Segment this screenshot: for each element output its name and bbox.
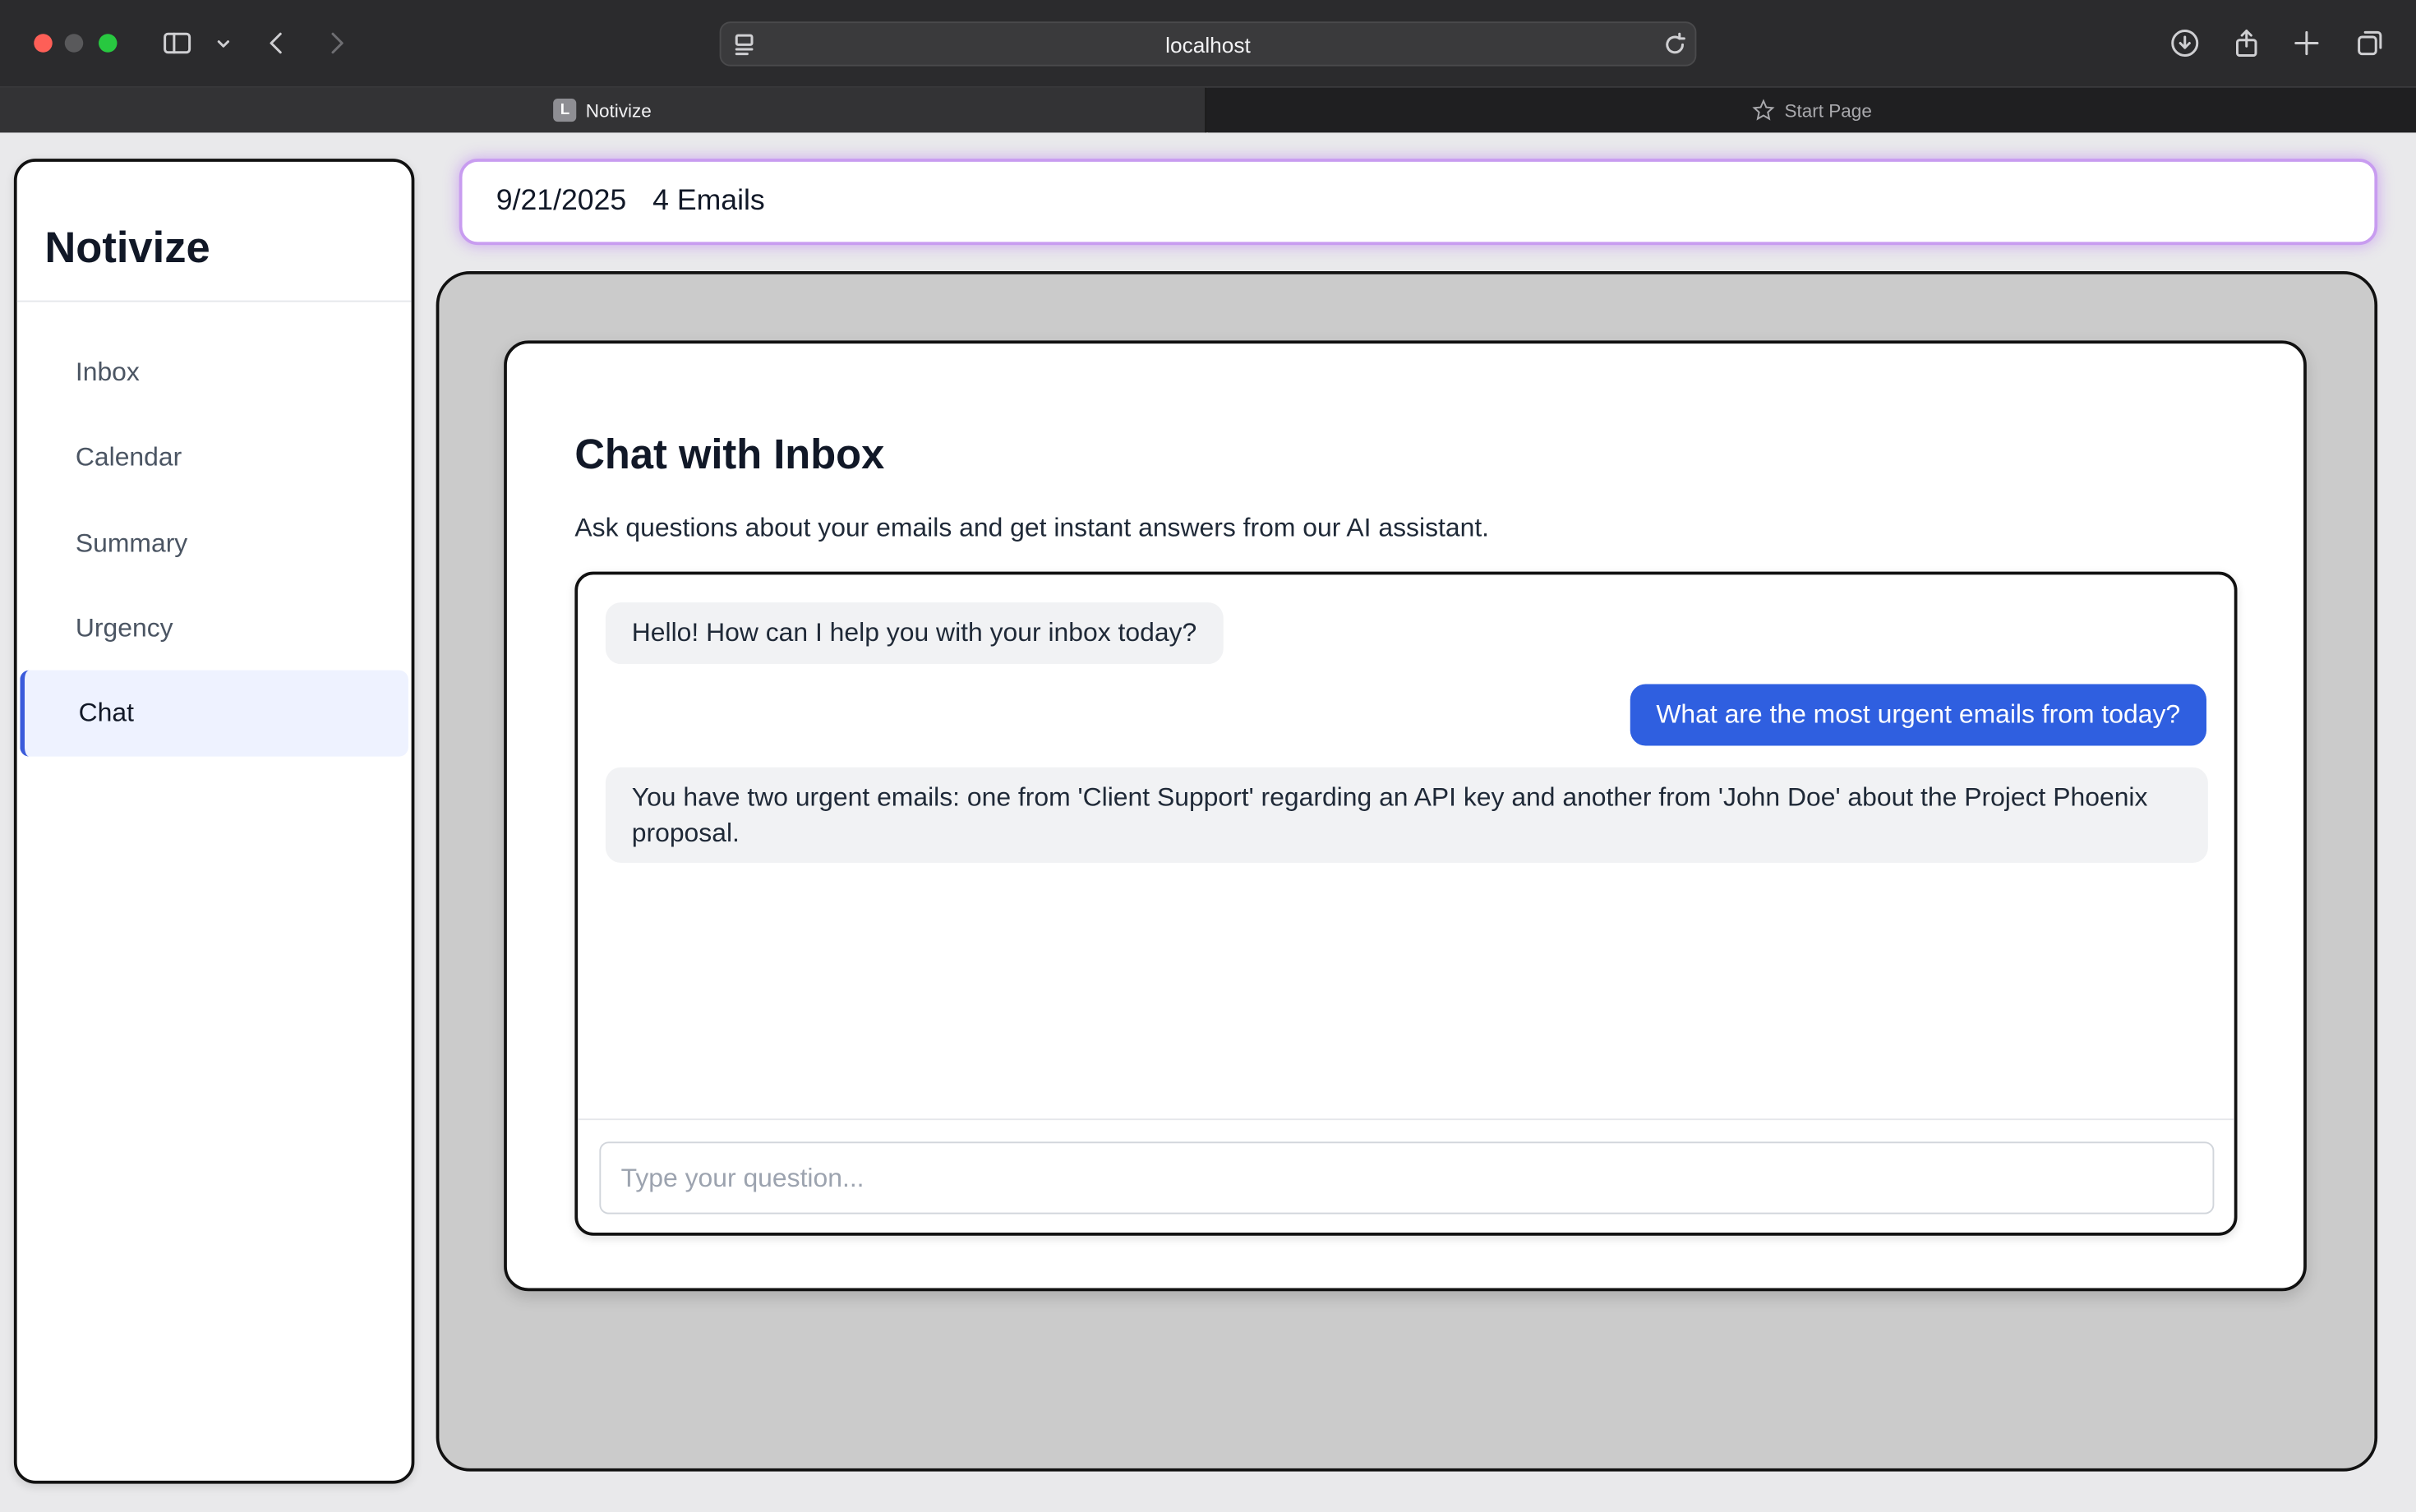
reload-icon[interactable] [1657, 26, 1694, 63]
address-text: localhost [1165, 32, 1251, 58]
star-icon [1752, 99, 1775, 121]
sidebar-item-chat[interactable]: Chat [20, 670, 408, 757]
tab-label: Start Page [1784, 99, 1872, 122]
downloads-icon[interactable] [2166, 25, 2203, 62]
app-brand: Notivize [44, 223, 210, 271]
sidebar-item-urgency[interactable]: Urgency [20, 586, 408, 672]
share-icon[interactable] [2228, 25, 2265, 62]
tab-start-page[interactable]: Start Page [1208, 87, 2416, 133]
current-date: 9/21/2025 [496, 185, 627, 218]
chat-card: Chat with Inbox Ask questions about your… [504, 340, 2307, 1292]
page-description: Ask questions about your emails and get … [574, 513, 1490, 542]
question-input[interactable] [599, 1141, 2215, 1215]
chat-window: Hello! How can I help you with your inbo… [574, 571, 2238, 1236]
assistant-message: You have two urgent emails: one from 'Cl… [605, 767, 2208, 863]
maximize-window-button[interactable] [99, 34, 118, 53]
browser-toolbar: localhost [0, 0, 2416, 86]
chevron-down-icon[interactable] [205, 25, 242, 62]
screen: localhost L Notivize Start Page Notivize… [0, 0, 2416, 1511]
sidebar: Notivize Inbox Calendar Summary Urgency … [13, 159, 415, 1484]
sidebar-item-summary[interactable]: Summary [20, 500, 408, 587]
date-summary-bar: 9/21/2025 4 Emails [459, 159, 2378, 246]
sidebar-toggle-icon[interactable] [159, 25, 196, 62]
user-message: What are the most urgent emails from tod… [1630, 684, 2206, 746]
tab-bar: L Notivize Start Page [0, 86, 2416, 133]
sidebar-item-inbox[interactable]: Inbox [20, 330, 408, 416]
tab-notivize[interactable]: L Notivize [0, 87, 1207, 133]
favicon-icon: L [553, 99, 577, 122]
page-title: Chat with Inbox [574, 431, 885, 478]
sidebar-item-calendar[interactable]: Calendar [20, 414, 408, 500]
minimize-window-button[interactable] [64, 34, 84, 53]
address-bar[interactable]: localhost [719, 21, 1697, 67]
close-window-button[interactable] [34, 34, 53, 53]
assistant-message: Hello! How can I help you with your inbo… [605, 602, 1224, 665]
back-icon[interactable] [259, 25, 296, 62]
tab-overview-icon[interactable] [2351, 25, 2388, 62]
tab-label: Notivize [585, 99, 652, 122]
forward-icon[interactable] [317, 25, 354, 62]
divider [16, 300, 412, 302]
email-count: 4 Emails [652, 185, 765, 218]
new-tab-icon[interactable] [2288, 25, 2325, 62]
divider [578, 1118, 2234, 1121]
